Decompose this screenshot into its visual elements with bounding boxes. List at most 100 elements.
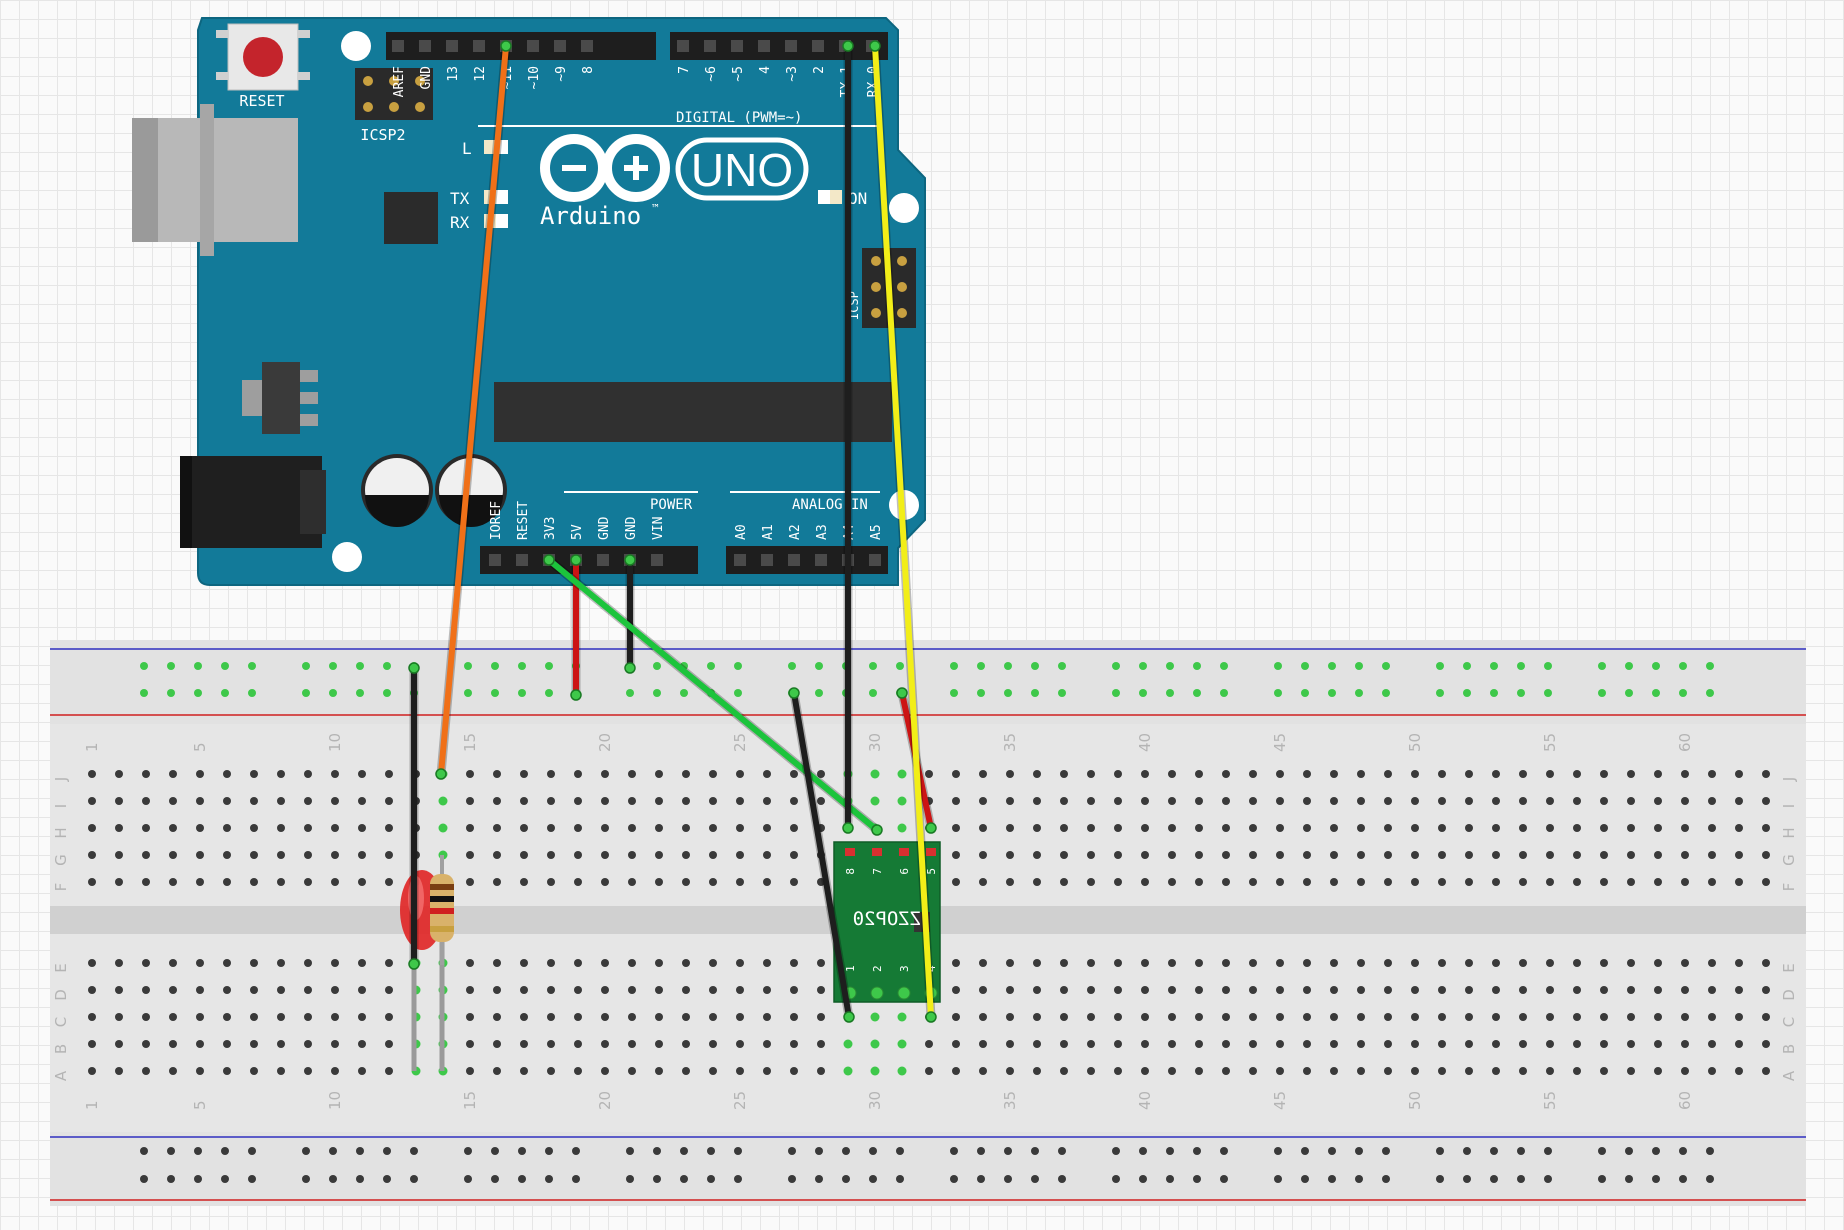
breadboard-hole[interactable] — [655, 1013, 663, 1021]
breadboard-hole[interactable] — [574, 770, 582, 778]
breadboard-hole[interactable] — [1465, 878, 1473, 886]
header-pin[interactable] — [651, 554, 663, 566]
breadboard-hole[interactable] — [817, 797, 825, 805]
breadboard-hole[interactable] — [574, 1040, 582, 1048]
breadboard-hole[interactable] — [1006, 959, 1014, 967]
breadboard-hole[interactable] — [817, 1067, 825, 1075]
power-rail-hole[interactable] — [653, 1147, 661, 1155]
header-pin[interactable] — [734, 554, 746, 566]
breadboard-hole[interactable] — [709, 959, 717, 967]
breadboard-hole[interactable] — [1357, 1040, 1365, 1048]
breadboard-hole[interactable] — [1276, 959, 1284, 967]
header-pin[interactable] — [527, 40, 539, 52]
power-rail-hole[interactable] — [1652, 689, 1660, 697]
breadboard-hole[interactable] — [1222, 1013, 1230, 1021]
breadboard-hole[interactable] — [1546, 878, 1554, 886]
breadboard-hole[interactable] — [1438, 959, 1446, 967]
power-rail-hole[interactable] — [1355, 689, 1363, 697]
breadboard-hole[interactable] — [709, 878, 717, 886]
breadboard-hole[interactable] — [601, 1040, 609, 1048]
breadboard-hole[interactable] — [655, 986, 663, 994]
power-rail-hole[interactable] — [545, 689, 553, 697]
wire-endpoint[interactable] — [543, 554, 555, 566]
power-rail-hole[interactable] — [1706, 689, 1714, 697]
power-rail-hole[interactable] — [1706, 1147, 1714, 1155]
header-pin[interactable] — [516, 554, 528, 566]
breadboard-hole[interactable] — [1519, 1040, 1527, 1048]
breadboard-hole[interactable] — [547, 1067, 555, 1075]
breadboard-hole[interactable] — [952, 959, 960, 967]
breadboard-hole[interactable] — [1168, 851, 1176, 859]
breadboard-hole[interactable] — [1060, 1013, 1068, 1021]
power-rail-hole[interactable] — [383, 1175, 391, 1183]
breadboard-hole[interactable] — [88, 770, 96, 778]
power-rail-hole[interactable] — [1382, 689, 1390, 697]
breadboard-hole[interactable] — [1681, 878, 1689, 886]
breadboard-hole[interactable] — [709, 1013, 717, 1021]
breadboard-hole[interactable] — [142, 824, 150, 832]
breadboard-hole[interactable] — [1627, 797, 1635, 805]
power-rail-hole[interactable] — [1166, 689, 1174, 697]
breadboard-hole[interactable] — [304, 851, 312, 859]
breadboard-hole[interactable] — [1033, 959, 1041, 967]
power-rail-hole[interactable] — [707, 1175, 715, 1183]
wire-endpoint[interactable] — [925, 1011, 937, 1023]
breadboard-hole[interactable] — [1060, 824, 1068, 832]
power-rail-hole[interactable] — [545, 1175, 553, 1183]
breadboard-hole[interactable] — [1087, 851, 1095, 859]
power-rail-hole[interactable] — [167, 1147, 175, 1155]
breadboard-hole[interactable] — [520, 986, 528, 994]
breadboard-hole[interactable] — [223, 770, 231, 778]
breadboard-hole[interactable] — [1060, 959, 1068, 967]
breadboard-hole[interactable] — [1303, 959, 1311, 967]
breadboard-hole[interactable] — [1330, 770, 1338, 778]
breadboard-hole[interactable] — [897, 1066, 907, 1076]
breadboard-hole[interactable] — [196, 851, 204, 859]
breadboard-hole[interactable] — [1033, 878, 1041, 886]
power-rail-hole[interactable] — [1679, 662, 1687, 670]
breadboard-hole[interactable] — [1735, 851, 1743, 859]
breadboard-hole[interactable] — [1195, 1040, 1203, 1048]
breadboard-hole[interactable] — [1411, 797, 1419, 805]
breadboard-hole[interactable] — [1546, 824, 1554, 832]
breadboard-hole[interactable] — [1600, 1040, 1608, 1048]
power-rail-hole[interactable] — [167, 689, 175, 697]
power-rail-hole[interactable] — [572, 1147, 580, 1155]
breadboard-hole[interactable] — [628, 986, 636, 994]
breadboard-hole[interactable] — [870, 1066, 880, 1076]
power-rail-hole[interactable] — [1544, 662, 1552, 670]
breadboard-hole[interactable] — [1195, 1067, 1203, 1075]
breadboard-hole[interactable] — [1276, 1013, 1284, 1021]
breadboard-hole[interactable] — [250, 770, 258, 778]
power-rail-hole[interactable] — [1058, 1147, 1066, 1155]
breadboard-hole[interactable] — [277, 1040, 285, 1048]
breadboard-hole[interactable] — [1222, 770, 1230, 778]
breadboard-hole[interactable] — [1762, 878, 1770, 886]
breadboard-hole[interactable] — [1384, 959, 1392, 967]
power-rail-hole[interactable] — [1436, 1175, 1444, 1183]
breadboard-hole[interactable] — [142, 878, 150, 886]
power-rail-hole[interactable] — [221, 689, 229, 697]
breadboard-hole[interactable] — [385, 770, 393, 778]
breadboard-hole[interactable] — [1438, 851, 1446, 859]
power-rail-hole[interactable] — [1463, 1147, 1471, 1155]
breadboard-hole[interactable] — [520, 770, 528, 778]
breadboard-hole[interactable] — [952, 824, 960, 832]
power-rail-hole[interactable] — [977, 689, 985, 697]
breadboard-hole[interactable] — [1654, 824, 1662, 832]
breadboard-hole[interactable] — [925, 1040, 933, 1048]
breadboard-hole[interactable] — [763, 797, 771, 805]
breadboard-hole[interactable] — [358, 878, 366, 886]
power-rail-hole[interactable] — [1625, 1175, 1633, 1183]
breadboard-hole[interactable] — [358, 986, 366, 994]
breadboard-hole[interactable] — [1195, 851, 1203, 859]
breadboard-hole[interactable] — [466, 1013, 474, 1021]
power-rail-hole[interactable] — [356, 662, 364, 670]
breadboard-hole[interactable] — [466, 1067, 474, 1075]
breadboard-hole[interactable] — [1168, 797, 1176, 805]
breadboard-hole[interactable] — [1141, 878, 1149, 886]
breadboard-hole[interactable] — [574, 1013, 582, 1021]
power-rail-hole[interactable] — [1706, 662, 1714, 670]
power-rail-hole[interactable] — [383, 689, 391, 697]
breadboard-hole[interactable] — [1627, 1067, 1635, 1075]
